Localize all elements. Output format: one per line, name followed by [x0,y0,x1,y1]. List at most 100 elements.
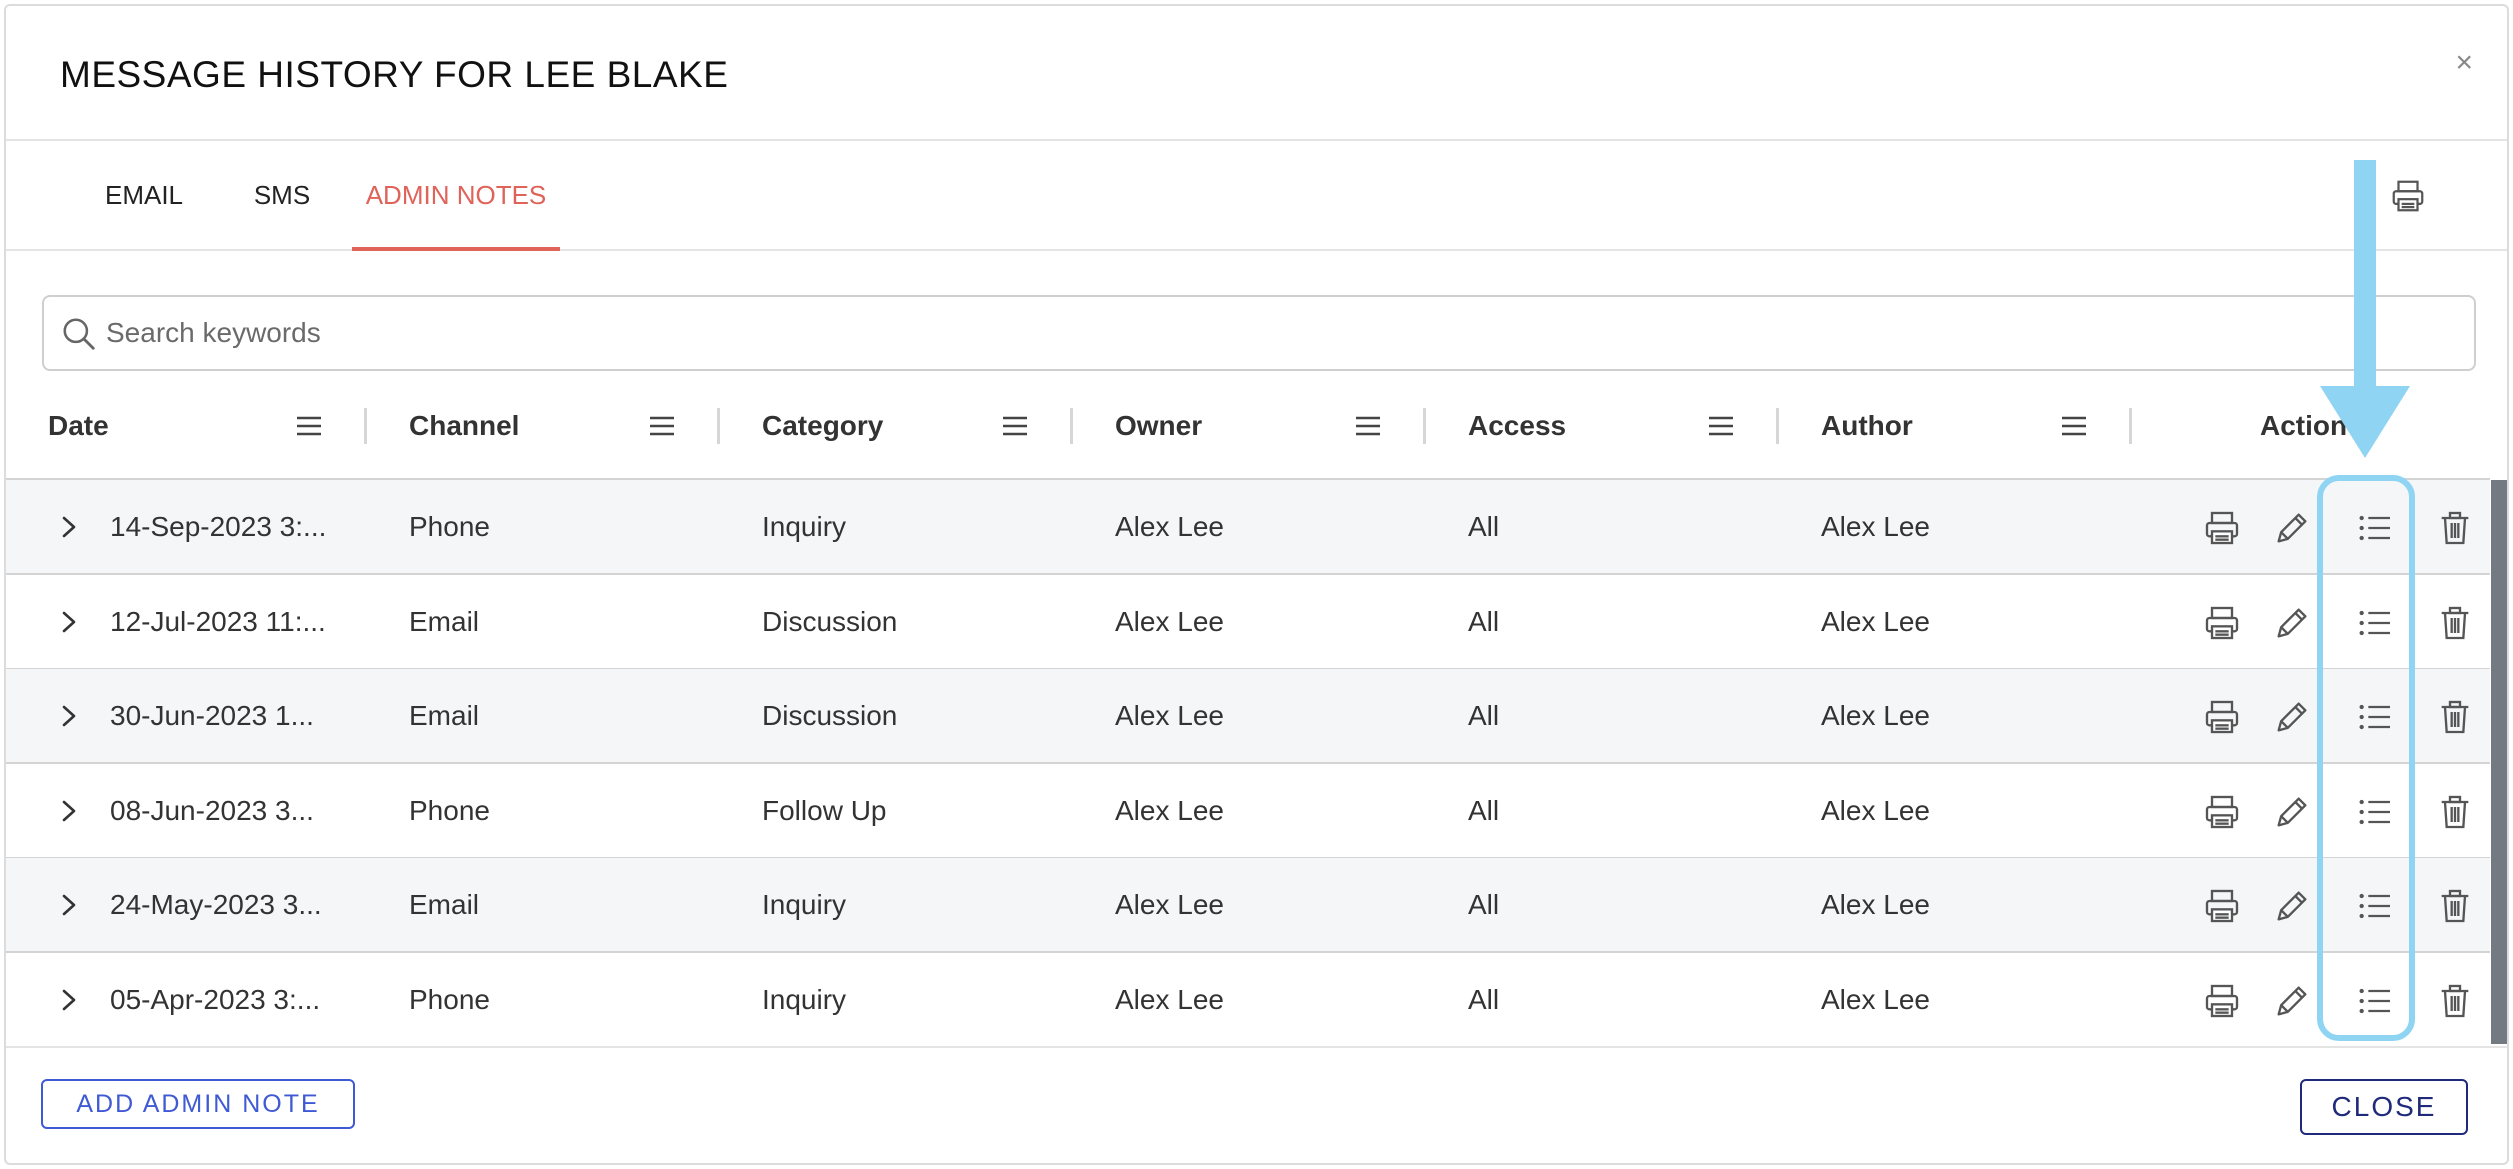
cell-channel: Phone [409,794,490,826]
cell-access: All [1468,794,1500,826]
cell-owner: Alex Lee [1115,605,1224,637]
table-row[interactable]: 12-Jul-2023 11:... Email Discussion Alex Le… [6,574,2490,670]
chevron-right-icon[interactable] [56,701,82,731]
trash-icon[interactable] [2435,886,2475,926]
column-menu-icon[interactable] [296,414,322,438]
cell-owner: Alex Lee [1115,983,1224,1015]
list-icon[interactable] [2355,603,2395,643]
print-icon[interactable] [2202,697,2242,737]
trash-icon[interactable] [2435,697,2475,737]
column-header-channel[interactable]: Channel [409,374,519,478]
cell-category: Discussion [762,605,898,637]
column-separator[interactable] [717,408,720,444]
trash-icon[interactable] [2435,981,2475,1021]
chevron-right-icon[interactable] [56,890,82,920]
edit-pencil-icon[interactable] [2272,981,2312,1021]
cell-channel: Email [409,889,480,920]
modal-title: MESSAGE HISTORY FOR LEE BLAKE [60,54,729,95]
column-menu-icon[interactable] [1708,414,1734,438]
list-icon[interactable] [2355,697,2395,737]
chevron-right-icon[interactable] [56,796,82,826]
trash-icon[interactable] [2435,603,2475,643]
print-icon[interactable] [2202,508,2242,548]
edit-pencil-icon[interactable] [2272,697,2312,737]
scrollbar-thumb[interactable] [2491,480,2507,1044]
chevron-right-icon[interactable] [56,607,82,637]
cell-channel: Email [409,700,480,731]
table-row[interactable]: 08-Jun-2023 3... Phone Follow Up Alex Lee Al… [6,763,2490,859]
cell-author: Alex Lee [1821,983,1930,1015]
column-separator[interactable] [1423,408,1426,444]
column-menu-icon[interactable] [2061,414,2087,438]
list-icon[interactable] [2355,508,2395,548]
table-row[interactable]: 14-Sep-2023 3:... Phone Inquiry Alex Lee All… [6,480,2490,575]
print-icon[interactable] [2202,886,2242,926]
print-icon[interactable] [2389,177,2427,215]
cell-date: 12-Jul-2023 11:... [110,605,326,637]
add-admin-note-button[interactable]: ADD ADMIN NOTE [41,1079,355,1129]
column-header-action: Action [2260,410,2348,441]
edit-pencil-icon[interactable] [2272,508,2312,548]
print-icon[interactable] [2202,981,2242,1021]
column-separator[interactable] [2129,408,2132,444]
search-box [42,295,2476,371]
trash-icon[interactable] [2435,508,2475,548]
list-icon[interactable] [2355,981,2395,1021]
chevron-right-icon[interactable] [56,985,82,1015]
table-row[interactable]: 30-Jun-2023 1... Email Discussion Alex Lee A… [6,669,2490,764]
cell-date: 30-Jun-2023 1... [110,700,314,731]
cell-date: 08-Jun-2023 3... [110,794,314,826]
column-separator[interactable] [1070,408,1073,444]
footer-divider [6,1046,2507,1048]
vertical-scrollbar[interactable] [2491,480,2507,1044]
cell-access: All [1468,983,1500,1015]
cell-author: Alex Lee [1821,889,1930,920]
table-header: Date Channel Category Owner Access Autho… [6,374,2490,480]
cell-category: Follow Up [762,794,887,826]
cell-category: Inquiry [762,511,847,542]
column-header-access[interactable]: Access [1468,374,1566,478]
cell-owner: Alex Lee [1115,700,1224,731]
tab-sms[interactable]: SMS [240,143,324,251]
edit-pencil-icon[interactable] [2272,792,2312,832]
cell-channel: Phone [409,983,490,1015]
cell-owner: Alex Lee [1115,889,1224,920]
column-header-owner[interactable]: Owner [1115,374,1202,478]
edit-pencil-icon[interactable] [2272,886,2312,926]
edit-pencil-icon[interactable] [2272,603,2312,643]
modal-header: MESSAGE HISTORY FOR LEE BLAKE × [6,6,2507,141]
close-icon[interactable]: × [2455,48,2473,78]
list-icon[interactable] [2355,886,2395,926]
column-menu-icon[interactable] [1355,414,1381,438]
column-header-author[interactable]: Author [1821,374,1913,478]
table-row[interactable]: 05-Apr-2023 3:... Phone Inquiry Alex Lee All… [6,952,2490,1048]
cell-date: 14-Sep-2023 3:... [110,511,327,542]
print-icon[interactable] [2202,603,2242,643]
cell-category: Inquiry [762,889,847,920]
close-button[interactable]: CLOSE [2300,1079,2468,1135]
column-header-category[interactable]: Category [762,374,883,478]
search-icon [63,318,95,350]
column-separator[interactable] [364,408,367,444]
table-body: 14-Sep-2023 3:... Phone Inquiry Alex Lee All… [6,480,2490,1048]
tab-admin-notes[interactable]: ADMIN NOTES [352,143,560,251]
list-icon[interactable] [2355,792,2395,832]
column-menu-icon[interactable] [1002,414,1028,438]
cell-owner: Alex Lee [1115,511,1224,542]
column-header-date[interactable]: Date [48,374,109,478]
cell-category: Discussion [762,700,898,731]
print-icon[interactable] [2202,792,2242,832]
chevron-right-icon[interactable] [56,512,82,542]
cell-channel: Email [409,605,480,637]
cell-category: Inquiry [762,983,847,1015]
cell-date: 05-Apr-2023 3:... [110,983,321,1015]
cell-access: All [1468,700,1500,731]
column-separator[interactable] [1776,408,1779,444]
cell-owner: Alex Lee [1115,794,1224,826]
search-input[interactable] [106,297,2446,369]
table-row[interactable]: 24-May-2023 3... Email Inquiry Alex Lee All A… [6,858,2490,953]
column-menu-icon[interactable] [649,414,675,438]
tab-bar: EMAIL SMS ADMIN NOTES [6,143,2507,251]
trash-icon[interactable] [2435,792,2475,832]
tab-email[interactable]: EMAIL [84,143,204,251]
